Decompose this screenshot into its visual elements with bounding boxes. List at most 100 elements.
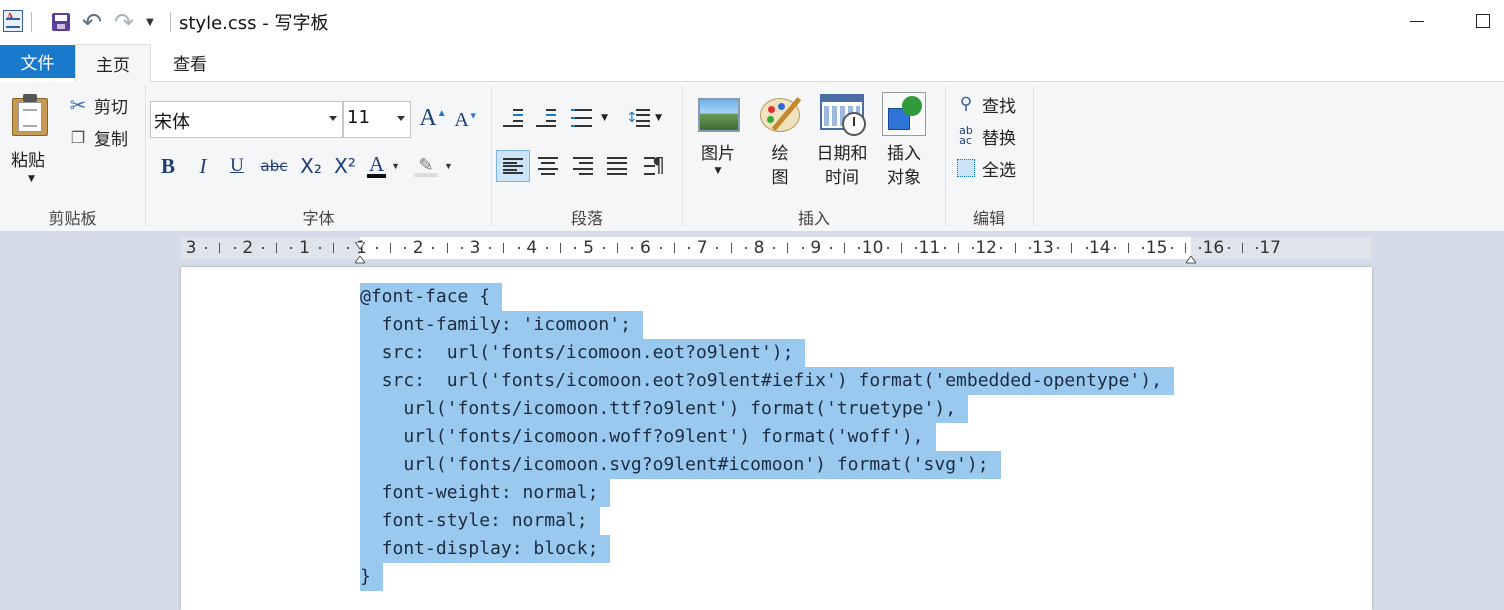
font-family-select[interactable]: 宋体 [150,101,343,138]
undo-button[interactable]: ↶ [80,8,104,36]
selected-text: src: url('fonts/icomoon.eot?o9lent'); [360,339,806,367]
document-line[interactable]: src: url('fonts/icomoon.eot?o9lent#iefix… [360,367,1174,395]
insert-object-label-line2: 对象 [887,168,921,188]
bold-button[interactable]: B [154,151,182,181]
selected-text: url('fonts/icomoon.ttf?o9lent') format('… [360,395,969,423]
ruler-dot [602,247,605,249]
increase-indent-button[interactable] [533,105,559,131]
copy-icon: ❐ [70,127,86,147]
select-all-icon [956,158,976,178]
subscript-icon: X₂ [300,154,322,178]
ruler-dot [1256,247,1258,249]
ruler-dot [546,247,548,249]
datetime-label-line2: 时间 [825,168,859,188]
chevron-down-icon [397,116,405,121]
tab-view[interactable]: 查看 [151,44,229,81]
first-line-indent-marker[interactable] [354,235,366,250]
ruler-tick [787,243,789,253]
italic-button[interactable]: I [189,151,217,181]
highlight-color-button[interactable]: ✎ ▼ [414,151,458,181]
font-size-select[interactable]: 11 [343,101,411,138]
align-left-button[interactable] [496,150,530,182]
document-line[interactable]: url('fonts/icomoon.ttf?o9lent') format('… [360,395,1174,423]
maximize-button[interactable] [1468,6,1498,36]
find-button[interactable]: ⚲ 查找 [956,92,1016,117]
title-bar: ↶ ↷ ▼ style.css - 写字板 [0,0,1504,44]
select-all-button[interactable]: 全选 [956,156,1016,181]
copy-button[interactable]: ❐ 复制 [68,125,128,150]
align-center-button[interactable] [535,153,561,179]
shrink-font-button[interactable]: A▼ [453,106,479,134]
chevron-down-icon: ▼ [444,161,453,171]
selected-text: } [360,563,383,591]
binoculars-icon: ⚲ [959,94,973,114]
bullets-button[interactable]: ▼ [568,105,614,131]
chevron-down-icon [329,116,337,121]
italic-icon: I [199,153,207,178]
ruler-tick [560,243,562,253]
chevron-down-icon: ▼ [655,113,662,123]
paragraph-lines-icon [644,157,655,175]
cut-button[interactable]: ✂ 剪切 [68,93,128,118]
ruler-dot [1170,247,1173,249]
document-text[interactable]: @font-face { font-family: 'icomoon'; src… [360,283,1174,591]
minimize-button[interactable] [1402,6,1432,36]
maximize-icon [1476,14,1490,28]
document-line[interactable]: font-display: block; [360,535,1174,563]
save-button[interactable] [50,11,72,33]
ruler-dot [830,247,832,249]
ruler-dot [318,247,321,249]
justify-button[interactable] [604,153,630,179]
strikethrough-button[interactable]: abc [258,151,290,181]
insert-object-button[interactable]: 插入 对象 [879,92,929,190]
ruler-tick [276,243,278,253]
quick-access-customize-button[interactable]: ▼ [143,11,157,33]
datetime-button[interactable]: 日期和 时间 [814,92,870,190]
redo-button[interactable]: ↷ [112,10,136,34]
tab-file[interactable]: 文件 [0,45,75,78]
document-line[interactable]: font-family: 'icomoon'; [360,311,1174,339]
document-line[interactable]: url('fonts/icomoon.svg?o9lent#icomoon') … [360,451,1174,479]
ruler-label: 1 [299,238,311,258]
font-color-button[interactable]: A ▼ [367,151,409,181]
ruler-dot [773,247,776,249]
ruler-dot [886,247,889,249]
underline-button[interactable]: U [223,151,251,181]
paragraph-settings-button[interactable]: ¶ [641,153,667,179]
line-spacing-button[interactable]: ↕ ▼ [624,105,664,131]
ruler-tick [844,243,846,253]
decrease-indent-icon [503,109,523,127]
ruler[interactable]: 3 2 1 1 2 3 4 5 6 7 8 9 10 11 12 13 14 15 16 17 [181,235,1371,264]
ruler-tick [1128,243,1130,253]
align-right-button[interactable] [570,153,596,179]
picture-button[interactable]: 图片 ▼ [694,92,742,176]
ruler-label: 7 [696,238,708,258]
paint-drawing-button[interactable]: 绘 图 [756,92,804,190]
ruler-dot [262,247,264,249]
right-indent-marker[interactable] [1185,249,1197,264]
wordpad-app-icon[interactable] [3,10,23,32]
ruler-label: 6 [639,238,651,258]
document-line[interactable]: font-weight: normal; [360,479,1174,507]
superscript-button[interactable]: X² [331,151,359,181]
ruler-dot [688,247,690,249]
replace-button[interactable]: ab ac 替换 [956,124,1016,149]
hanging-indent-marker[interactable] [354,249,366,264]
ruler-tick [730,243,732,253]
divider [1033,86,1034,226]
line-spacing-icon [636,109,650,127]
document-line[interactable]: @font-face { [360,283,1174,311]
document-line[interactable]: font-style: normal; [360,507,1174,535]
decrease-indent-button[interactable] [500,105,526,131]
subscript-button[interactable]: X₂ [297,151,325,181]
tab-home[interactable]: 主页 [75,44,151,82]
ruler-dot [972,247,974,249]
grow-font-button[interactable]: A▲ [419,104,446,132]
ruler-label: 17 [1259,238,1282,258]
document-line[interactable]: url('fonts/icomoon.woff?o9lent') format(… [360,423,1174,451]
undo-icon: ↶ [81,8,103,36]
paste-button[interactable]: 粘贴 ▼ [6,90,56,190]
document-line[interactable]: src: url('fonts/icomoon.eot?o9lent'); [360,339,1174,367]
document-line[interactable]: } [360,563,1174,591]
replace-label: 替换 [982,128,1016,149]
